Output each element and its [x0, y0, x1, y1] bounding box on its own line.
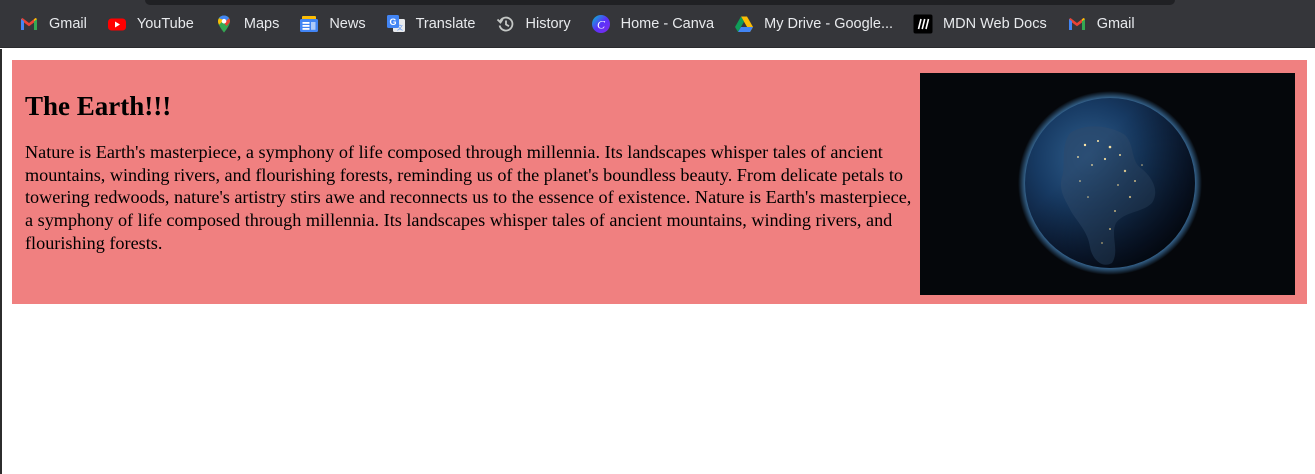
gmail-icon — [19, 14, 39, 34]
bookmark-canva[interactable]: C Home - Canva — [581, 7, 724, 41]
svg-text:C: C — [597, 17, 606, 31]
card-text: The Earth!!! Nature is Earth's masterpie… — [25, 90, 920, 255]
youtube-icon — [107, 14, 127, 34]
history-icon — [496, 14, 516, 34]
tab-strip-edge — [145, 0, 1175, 5]
bookmark-news[interactable]: News — [289, 7, 375, 41]
bookmark-youtube[interactable]: YouTube — [97, 7, 204, 41]
bookmark-label: MDN Web Docs — [943, 15, 1047, 32]
bookmark-google-drive[interactable]: My Drive - Google... — [724, 7, 903, 41]
translate-icon: G文 — [386, 14, 406, 34]
bookmark-label: YouTube — [136, 15, 194, 32]
bookmark-label: My Drive - Google... — [764, 15, 894, 32]
news-icon — [299, 14, 319, 34]
bookmark-translate[interactable]: G文 Translate — [376, 7, 486, 41]
bookmark-gmail[interactable]: Gmail — [9, 7, 97, 41]
svg-text:文: 文 — [397, 24, 403, 32]
bookmark-label: Gmail — [49, 15, 87, 32]
bookmark-label: Gmail — [1096, 15, 1135, 32]
card-paragraph: Nature is Earth's masterpiece, a symphon… — [25, 141, 912, 253]
card-title: The Earth!!! — [25, 91, 172, 121]
svg-text:G: G — [389, 17, 396, 27]
bookmark-mdn[interactable]: MDN Web Docs — [903, 7, 1057, 41]
window-left-edge — [0, 49, 2, 474]
bookmark-label: History — [525, 15, 571, 32]
earth-image — [920, 73, 1295, 295]
maps-icon — [214, 14, 234, 34]
gmail-icon — [1067, 14, 1087, 34]
google-drive-icon — [734, 14, 754, 34]
canva-icon: C — [591, 14, 611, 34]
bookmark-maps[interactable]: Maps — [204, 7, 289, 41]
bookmark-gmail-2[interactable]: Gmail — [1057, 7, 1145, 41]
bookmark-label: News — [329, 15, 366, 32]
bookmarks-bar: Gmail YouTube Maps News G文 Translate His… — [0, 0, 1315, 48]
bookmark-history[interactable]: History — [486, 7, 581, 41]
bookmark-label: Home - Canva — [620, 15, 715, 32]
mdn-icon — [913, 14, 933, 34]
earth-card: The Earth!!! Nature is Earth's masterpie… — [12, 60, 1307, 304]
bookmark-label: Translate — [415, 15, 476, 32]
bookmark-label: Maps — [243, 15, 280, 32]
